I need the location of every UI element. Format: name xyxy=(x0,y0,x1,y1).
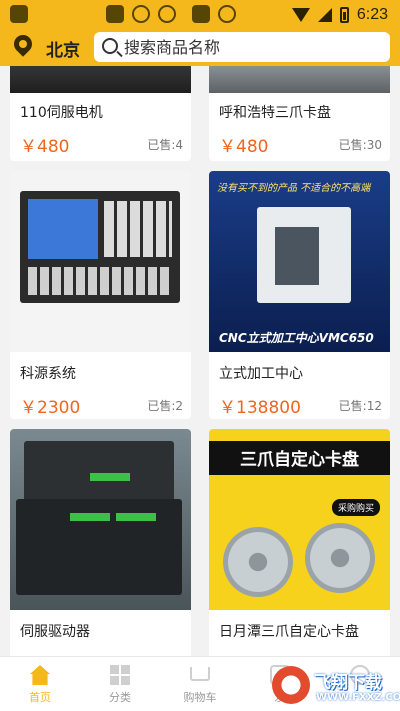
machine-graphic xyxy=(257,207,351,303)
product-image xyxy=(10,171,191,352)
tab-label: 购物车 xyxy=(183,691,217,704)
sim-icon xyxy=(192,5,210,23)
product-sold: 已售:12 xyxy=(338,399,382,413)
wifi-icon xyxy=(291,8,310,22)
tab-home[interactable]: 首页 xyxy=(0,657,80,711)
watermark-logo-icon xyxy=(272,666,310,704)
product-card[interactable]: 伺服驱动器 xyxy=(10,429,191,656)
driver-graphic xyxy=(16,499,182,595)
app-header: 北京 xyxy=(0,30,400,66)
product-title: 伺服驱动器 xyxy=(20,624,90,640)
category-icon xyxy=(110,665,130,685)
driver-graphic xyxy=(24,441,174,503)
notification-icon xyxy=(10,5,28,23)
terminal-strip xyxy=(90,473,130,481)
search-input[interactable] xyxy=(124,36,374,58)
status-right: 6:23 xyxy=(291,6,388,24)
product-title: 呼和浩特三爪卡盘 xyxy=(219,105,331,121)
product-card[interactable]: 科源系统 ￥2300 已售:2 xyxy=(10,171,191,419)
watermark-url: WWW.FXXZ.COM xyxy=(316,692,400,703)
product-image: 三爪自定心卡盘 采购购买 xyxy=(209,429,390,610)
terminal-strip xyxy=(116,513,156,521)
product-card[interactable]: 呼和浩特三爪卡盘 ￥480 已售:30 xyxy=(209,66,390,161)
vmc-banner-text: 没有买不到的产品 不适合的不高端 xyxy=(217,183,371,194)
emoji-icon xyxy=(132,5,150,23)
search-bar[interactable] xyxy=(94,32,390,62)
product-image xyxy=(10,429,191,610)
product-title: 科源系统 xyxy=(20,366,76,382)
watermark-text: 飞翔下载 xyxy=(314,673,382,693)
panel-keys xyxy=(104,201,172,257)
product-image: 没有买不到的产品 不适合的不高端 CNC立式加工中心VMC650 xyxy=(209,171,390,352)
location-icon xyxy=(218,5,236,23)
chuck-graphic xyxy=(223,527,293,597)
panel-keys xyxy=(28,267,172,295)
terminal-strip xyxy=(70,513,110,521)
panel-screen xyxy=(28,199,98,259)
product-price: ￥138800 xyxy=(219,398,301,418)
product-card[interactable]: 三爪自定心卡盘 采购购买 日月潭三爪自定心卡盘 xyxy=(209,429,390,656)
product-grid: 110伺服电机 ￥480 已售:4 呼和浩特三爪卡盘 ￥480 已售:30 科源… xyxy=(0,66,400,656)
chuck-graphic xyxy=(305,523,375,593)
chuck-banner-title: 三爪自定心卡盘 xyxy=(240,450,359,470)
product-card[interactable]: 没有买不到的产品 不适合的不高端 CNC立式加工中心VMC650 立式加工中心 … xyxy=(209,171,390,419)
product-sold: 已售:30 xyxy=(338,138,382,152)
product-image xyxy=(209,66,390,93)
product-card[interactable]: 110伺服电机 ￥480 已售:4 xyxy=(10,66,191,161)
product-image xyxy=(10,66,191,93)
search-icon xyxy=(102,38,118,54)
tab-label: 分类 xyxy=(109,691,131,704)
product-sold: 已售:4 xyxy=(147,138,183,152)
emoji-icon xyxy=(158,5,176,23)
battery-icon xyxy=(339,7,349,23)
product-price: ￥480 xyxy=(219,137,269,157)
city-selector[interactable]: 北京 xyxy=(46,36,80,61)
product-price: ￥480 xyxy=(20,137,70,157)
chuck-buy-badge: 采购购买 xyxy=(331,499,380,516)
watermark: 飞翔下载 WWW.FXXZ.COM xyxy=(272,664,400,708)
product-title: 立式加工中心 xyxy=(219,366,303,382)
signal-icon xyxy=(317,8,332,22)
product-sold: 已售:2 xyxy=(147,399,183,413)
control-panel-graphic xyxy=(20,191,180,303)
vmc-label: CNC立式加工中心VMC650 xyxy=(219,331,374,345)
product-title: 日月潭三爪自定心卡盘 xyxy=(219,624,359,640)
status-bar: 6:23 xyxy=(0,0,400,30)
tab-label: 首页 xyxy=(29,691,51,704)
status-time: 6:23 xyxy=(356,6,388,23)
tab-cart[interactable]: 购物车 xyxy=(160,657,240,711)
cart-icon xyxy=(190,667,210,681)
home-icon xyxy=(30,665,50,685)
tab-category[interactable]: 分类 xyxy=(80,657,160,711)
product-title: 110伺服电机 xyxy=(20,105,103,121)
app-icon xyxy=(106,5,124,23)
product-price: ￥2300 xyxy=(20,398,81,418)
status-left-icons xyxy=(10,5,236,23)
location-pin-icon[interactable] xyxy=(10,31,36,57)
